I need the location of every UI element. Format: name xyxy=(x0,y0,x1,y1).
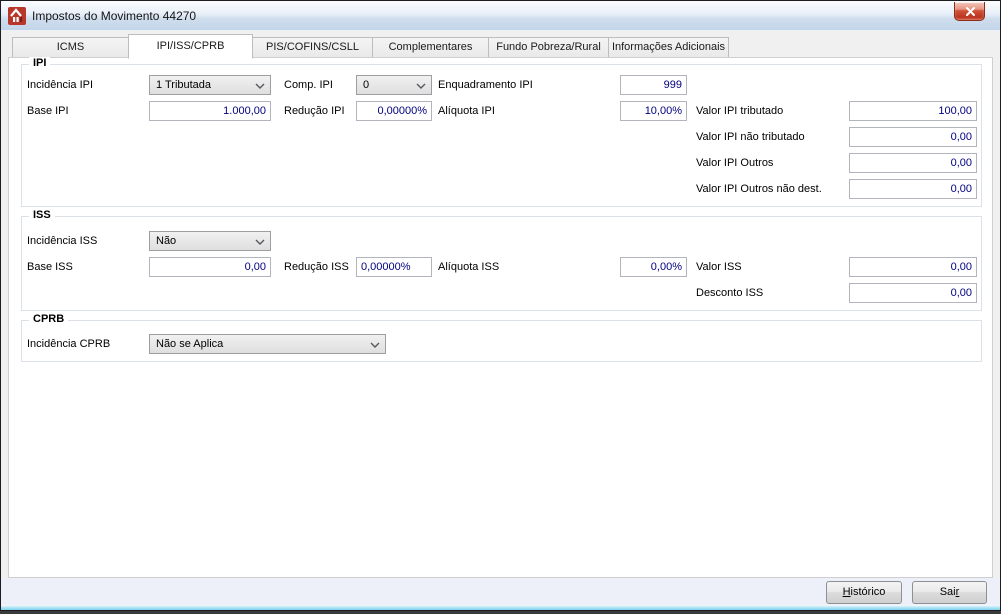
chevron-down-icon xyxy=(255,239,265,245)
reducao-iss-input[interactable] xyxy=(356,257,432,277)
tab-fundo-pobreza-rural[interactable]: Fundo Pobreza/Rural xyxy=(488,37,609,58)
valor-ipi-outros-input[interactable] xyxy=(849,153,977,173)
window-title: Impostos do Movimento 44270 xyxy=(32,9,197,23)
aliquota-iss-input[interactable] xyxy=(620,257,687,277)
aliquota-ipi-label: Alíquota IPI xyxy=(438,105,495,117)
tab-pis-cofins-csll[interactable]: PIS/COFINS/CSLL xyxy=(252,37,373,58)
valor-iss-label: Valor ISS xyxy=(696,261,742,273)
valor-iss-input[interactable] xyxy=(849,257,977,277)
sair-button[interactable]: Sair xyxy=(912,581,987,604)
chevron-down-icon xyxy=(370,342,380,348)
incidencia-ipi-select[interactable]: 1 Tributada xyxy=(149,75,271,95)
incidencia-ipi-label: Incidência IPI xyxy=(27,79,94,91)
incidencia-iss-selected: Não xyxy=(156,235,177,247)
valor-ipi-outros-nao-dest-label: Valor IPI Outros não dest. xyxy=(696,183,822,195)
tab-icms[interactable]: ICMS xyxy=(12,37,129,58)
valor-ipi-tributado-input[interactable] xyxy=(849,101,977,121)
close-button[interactable] xyxy=(954,2,985,21)
reducao-ipi-input[interactable] xyxy=(356,101,432,121)
aliquota-ipi-input[interactable] xyxy=(620,101,687,121)
historico-button[interactable]: Histórico xyxy=(826,581,902,604)
valor-ipi-nao-tributado-input[interactable] xyxy=(849,127,977,147)
base-iss-label: Base ISS xyxy=(27,261,73,273)
comp-ipi-selected: 0 xyxy=(363,79,370,91)
desconto-iss-input[interactable] xyxy=(849,283,977,303)
incidencia-iss-select[interactable]: Não xyxy=(149,231,271,251)
group-iss-title: ISS xyxy=(29,209,55,221)
valor-ipi-outros-nao-dest-input[interactable] xyxy=(849,179,977,199)
close-icon xyxy=(966,7,975,16)
tab-informacoes-adicionais[interactable]: Informações Adicionais xyxy=(608,37,729,58)
reducao-iss-label: Redução ISS xyxy=(284,261,349,273)
incidencia-cprb-selected: Não se Aplica xyxy=(156,338,224,350)
valor-ipi-nao-tributado-label: Valor IPI não tributado xyxy=(696,131,805,143)
incidencia-iss-label: Incidência ISS xyxy=(27,235,98,247)
group-cprb-title: CPRB xyxy=(29,313,69,325)
reducao-ipi-label: Redução IPI xyxy=(284,105,345,117)
desconto-iss-label: Desconto ISS xyxy=(696,287,764,299)
app-logo-icon xyxy=(8,7,26,25)
incidencia-cprb-label: Incidência CPRB xyxy=(27,338,111,350)
impostos-dialog: Impostos do Movimento 44270 ICMS IPI/ISS… xyxy=(0,0,1001,611)
incidencia-cprb-select[interactable]: Não se Aplica xyxy=(149,334,386,354)
base-ipi-input[interactable] xyxy=(149,101,271,121)
chevron-down-icon xyxy=(255,83,265,89)
valor-ipi-tributado-label: Valor IPI tributado xyxy=(696,105,784,117)
base-iss-input[interactable] xyxy=(149,257,271,277)
comp-ipi-label: Comp. IPI xyxy=(284,79,333,91)
title-bar: Impostos do Movimento 44270 xyxy=(1,1,1000,31)
chevron-down-icon xyxy=(416,83,426,89)
group-ipi-title: IPI xyxy=(29,57,51,69)
valor-ipi-outros-label: Valor IPI Outros xyxy=(696,157,774,169)
tab-complementares[interactable]: Complementares xyxy=(372,37,489,58)
enquadramento-ipi-input[interactable] xyxy=(620,75,687,95)
tab-page-ipi-iss-cprb: IPI Incidência IPI 1 Tributada Comp. IPI… xyxy=(8,57,993,578)
aliquota-iss-label: Alíquota ISS xyxy=(438,261,500,273)
enquadramento-ipi-label: Enquadramento IPI xyxy=(438,79,533,91)
incidencia-ipi-selected: 1 Tributada xyxy=(156,79,212,91)
tab-ipi-iss-cprb[interactable]: IPI/ISS/CPRB xyxy=(128,34,253,59)
comp-ipi-select[interactable]: 0 xyxy=(356,75,432,95)
footer-bar: Histórico Sair xyxy=(1,578,1000,605)
base-ipi-label: Base IPI xyxy=(27,105,69,117)
window-bottom-frame xyxy=(1,605,1000,610)
